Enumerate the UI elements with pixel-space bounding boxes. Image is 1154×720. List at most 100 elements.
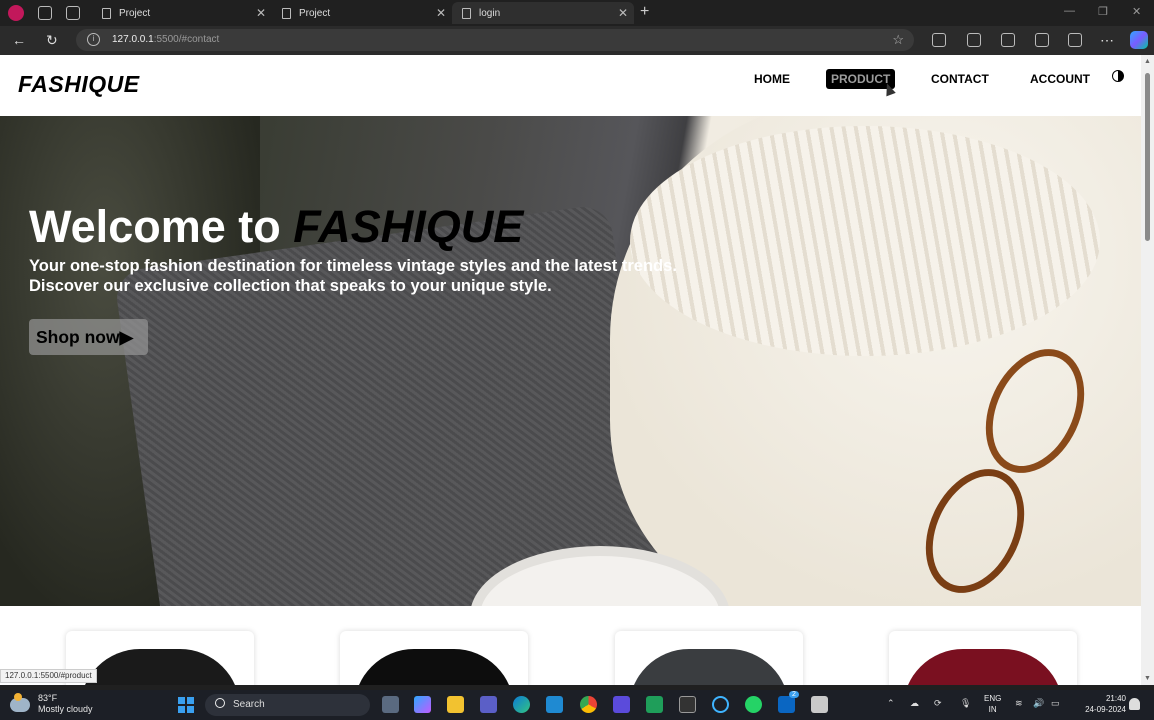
profile-icon[interactable] [8,5,24,21]
tab-title: login [479,7,501,19]
hero-title-brand: FASHIQUE [293,201,524,252]
cloudy-weather-icon [10,693,30,712]
split-screen-icon[interactable] [967,33,981,47]
file-explorer-icon[interactable] [447,696,464,713]
product-card[interactable] [615,631,803,685]
product-list [0,606,1141,685]
app-icon[interactable] [679,696,696,713]
new-tab-button[interactable]: + [640,3,649,21]
arrow-right-icon: ▶ [119,327,134,347]
product-card[interactable] [889,631,1077,685]
microphone-icon[interactable]: 🎙 [960,698,971,709]
page-icon [462,7,471,19]
close-tab-icon[interactable]: ✕ [618,6,628,20]
hero-subtitle-line: Your one-stop fashion destination for ti… [29,257,677,275]
close-tab-icon[interactable]: ✕ [436,6,446,20]
nav-contact[interactable]: CONTACT [926,69,994,89]
reload-icon[interactable]: ↻ [46,32,58,49]
site-info-icon[interactable]: i [87,33,100,46]
taskbar-search-label: Search [233,699,265,710]
page-icon [282,7,291,19]
product-image [80,649,240,685]
favorite-star-icon[interactable]: ☆ [892,32,904,48]
theme-toggle-icon[interactable] [1112,70,1124,82]
hero-subtitle-line: Discover our exclusive collection that s… [29,277,552,295]
site-header: FASHIQUE HOME PRODUCT CONTACT ACCOUNT [0,55,1141,116]
linkedin-icon[interactable] [778,696,795,713]
workspaces-icon[interactable] [38,6,52,20]
clock-date: 24-09-2024 [1085,705,1126,714]
hero-banner: Welcome to FASHIQUE Your one-stop fashio… [0,116,1141,606]
close-tab-icon[interactable]: ✕ [256,6,266,20]
search-icon [215,698,225,708]
sync-icon[interactable]: ⟳ [934,698,942,709]
extensions-icon[interactable] [932,33,946,47]
edge-icon[interactable] [513,696,530,713]
start-button[interactable] [178,697,194,713]
weather-widget[interactable]: 83°F Mostly cloudy [10,693,93,715]
whatsapp-icon[interactable] [745,696,762,713]
close-window-button[interactable]: ✕ [1132,5,1141,18]
minimize-button[interactable]: — [1064,5,1075,17]
nav-account[interactable]: ACCOUNT [1025,69,1095,89]
onedrive-icon[interactable]: ☁ [910,698,919,709]
favorites-icon[interactable] [1001,33,1015,47]
vscode-icon[interactable] [546,696,563,713]
weather-description: Mostly cloudy [38,704,93,714]
hero-title: Welcome to FASHIQUE [29,201,523,253]
product-image [354,649,514,685]
cortana-icon[interactable] [712,696,729,713]
browser-tab-bar: Project ✕ Project ✕ login ✕ + — ❐ ✕ [0,0,1154,26]
teams-icon[interactable] [480,696,497,713]
tab-title: Project [299,7,331,19]
notification-badge: 2 [789,691,799,698]
language-region: IN [988,705,997,714]
store-icon[interactable] [646,696,663,713]
windows-taskbar: 83°F Mostly cloudy Search 2 ⌃ ☁ ⟳ 🎙 ENG … [0,690,1154,720]
shop-now-label: Shop now [36,327,120,347]
tab-title: Project [119,7,151,19]
scroll-up-icon[interactable]: ▲ [1144,58,1151,65]
more-menu-icon[interactable]: ⋯ [1100,32,1114,49]
tab-project-1[interactable]: Project ✕ [92,2,272,24]
nav-home[interactable]: HOME [749,69,795,89]
language-indicator[interactable]: ENG IN [984,693,1001,715]
link-status-bar: 127.0.0.1:5500/#product [0,669,97,683]
maximize-button[interactable]: ❐ [1098,5,1108,18]
show-hidden-icons-icon[interactable]: ⌃ [887,698,895,709]
hero-subtitle: Your one-stop fashion destination for ti… [29,256,677,296]
url-field[interactable]: i 127.0.0.1:5500/#contact ☆ [76,29,914,51]
product-image [629,649,789,685]
task-view-icon[interactable] [382,696,399,713]
weather-temperature: 83°F [38,693,58,703]
hero-image-collar [630,126,1100,356]
notifications-bell-icon[interactable] [1129,698,1140,710]
battery-icon[interactable]: ▭ [1051,698,1060,709]
hero-title-prefix: Welcome to [29,201,294,252]
clock-time: 21:40 [1105,694,1126,703]
tab-actions-icon[interactable] [66,6,80,20]
system-clock[interactable]: 21:40 24-09-2024 [1074,693,1126,715]
copilot-app-icon[interactable] [414,696,431,713]
volume-icon[interactable]: 🔊 [1033,698,1044,709]
back-icon[interactable]: ← [12,32,26,48]
tab-project-2[interactable]: Project ✕ [272,2,452,24]
scroll-down-icon[interactable]: ▼ [1144,675,1151,682]
product-image [903,649,1063,685]
product-card[interactable] [340,631,528,685]
url-text: 127.0.0.1:5500/#contact [112,34,220,45]
snipping-tool-icon[interactable] [811,696,828,713]
site-logo[interactable]: FASHIQUE [18,71,140,98]
wifi-icon[interactable]: ≋ [1015,698,1023,709]
scrollbar-thumb[interactable] [1145,73,1150,241]
app-icon[interactable] [613,696,630,713]
copilot-icon[interactable] [1130,31,1148,49]
collections-icon[interactable] [1035,33,1049,47]
tab-login[interactable]: login ✕ [452,2,634,24]
browser-essentials-icon[interactable] [1068,33,1082,47]
chrome-icon[interactable] [580,696,597,713]
page-scrollbar[interactable]: ▲ ▼ [1141,55,1154,685]
taskbar-search[interactable]: Search [205,694,370,716]
language-code: ENG [984,694,1002,703]
shop-now-button[interactable]: Shop now▶ [29,319,148,355]
